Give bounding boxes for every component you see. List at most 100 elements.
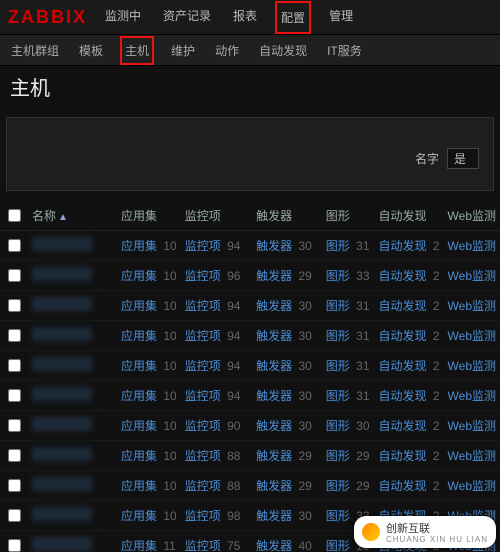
apps-link[interactable]: 应用集 (121, 479, 157, 493)
subnav-自动发现[interactable]: 自动发现 (256, 38, 310, 63)
triggers-link[interactable]: 触发器 (256, 389, 292, 403)
host-name[interactable] (32, 267, 92, 281)
apps-link[interactable]: 应用集 (121, 299, 157, 313)
row-checkbox[interactable] (8, 539, 21, 552)
discovery-link[interactable]: 自动发现 (379, 269, 427, 283)
col-graphs[interactable]: 图形 (322, 201, 375, 231)
select-all-checkbox[interactable] (8, 209, 21, 222)
graphs-link[interactable]: 图形 (326, 479, 350, 493)
web-link[interactable]: Web监测 (448, 329, 496, 343)
subnav-维护[interactable]: 维护 (168, 38, 198, 63)
row-checkbox[interactable] (8, 389, 21, 402)
items-link[interactable]: 监控项 (185, 239, 221, 253)
subnav-主机群组[interactable]: 主机群组 (8, 38, 62, 63)
graphs-link[interactable]: 图形 (326, 359, 350, 373)
web-link[interactable]: Web监测 (448, 359, 496, 373)
apps-link[interactable]: 应用集 (121, 359, 157, 373)
row-checkbox[interactable] (8, 359, 21, 372)
items-link[interactable]: 监控项 (185, 269, 221, 283)
graphs-link[interactable]: 图形 (326, 509, 350, 523)
web-link[interactable]: Web监测 (448, 299, 496, 313)
graphs-link[interactable]: 图形 (326, 239, 350, 253)
host-name[interactable] (32, 387, 92, 401)
web-link[interactable]: Web监测 (448, 479, 496, 493)
topnav-监测中[interactable]: 监测中 (101, 1, 145, 34)
triggers-link[interactable]: 触发器 (256, 479, 292, 493)
graphs-link[interactable]: 图形 (326, 329, 350, 343)
apps-link[interactable]: 应用集 (121, 239, 157, 253)
row-checkbox[interactable] (8, 449, 21, 462)
triggers-link[interactable]: 触发器 (256, 239, 292, 253)
items-link[interactable]: 监控项 (185, 509, 221, 523)
items-link[interactable]: 监控项 (185, 479, 221, 493)
items-link[interactable]: 监控项 (185, 539, 221, 552)
col-apps[interactable]: 应用集 (117, 201, 181, 231)
triggers-link[interactable]: 触发器 (256, 269, 292, 283)
host-name[interactable] (32, 297, 92, 311)
row-checkbox[interactable] (8, 269, 21, 282)
discovery-link[interactable]: 自动发现 (379, 299, 427, 313)
discovery-link[interactable]: 自动发现 (379, 389, 427, 403)
topnav-配置[interactable]: 配置 (275, 1, 311, 34)
web-link[interactable]: Web监测 (448, 269, 496, 283)
subnav-模板[interactable]: 模板 (76, 38, 106, 63)
web-link[interactable]: Web监测 (448, 449, 496, 463)
apps-link[interactable]: 应用集 (121, 509, 157, 523)
apps-link[interactable]: 应用集 (121, 419, 157, 433)
host-name[interactable] (32, 327, 92, 341)
graphs-link[interactable]: 图形 (326, 419, 350, 433)
apps-link[interactable]: 应用集 (121, 389, 157, 403)
topnav-资产记录[interactable]: 资产记录 (159, 1, 215, 34)
col-triggers[interactable]: 触发器 (252, 201, 322, 231)
items-link[interactable]: 监控项 (185, 449, 221, 463)
row-checkbox[interactable] (8, 239, 21, 252)
col-items[interactable]: 监控项 (181, 201, 252, 231)
host-name[interactable] (32, 417, 92, 431)
triggers-link[interactable]: 触发器 (256, 539, 292, 552)
triggers-link[interactable]: 触发器 (256, 509, 292, 523)
host-name[interactable] (32, 537, 92, 551)
web-link[interactable]: Web监测 (448, 419, 496, 433)
row-checkbox[interactable] (8, 329, 21, 342)
col-name[interactable]: 名称▲ (28, 201, 117, 231)
web-link[interactable]: Web监测 (448, 389, 496, 403)
topnav-报表[interactable]: 报表 (229, 1, 261, 34)
graphs-link[interactable]: 图形 (326, 299, 350, 313)
filter-value[interactable]: 是 (447, 148, 479, 169)
apps-link[interactable]: 应用集 (121, 539, 157, 552)
triggers-link[interactable]: 触发器 (256, 359, 292, 373)
discovery-link[interactable]: 自动发现 (379, 479, 427, 493)
subnav-IT服务[interactable]: IT服务 (324, 38, 365, 63)
apps-link[interactable]: 应用集 (121, 329, 157, 343)
topnav-管理[interactable]: 管理 (325, 1, 357, 34)
discovery-link[interactable]: 自动发现 (379, 419, 427, 433)
triggers-link[interactable]: 触发器 (256, 419, 292, 433)
col-discovery[interactable]: 自动发现 (375, 201, 444, 231)
web-link[interactable]: Web监测 (448, 239, 496, 253)
discovery-link[interactable]: 自动发现 (379, 239, 427, 253)
row-checkbox[interactable] (8, 299, 21, 312)
triggers-link[interactable]: 触发器 (256, 299, 292, 313)
items-link[interactable]: 监控项 (185, 359, 221, 373)
subnav-主机[interactable]: 主机 (120, 36, 154, 65)
host-name[interactable] (32, 357, 92, 371)
items-link[interactable]: 监控项 (185, 299, 221, 313)
col-web[interactable]: Web监测 (444, 201, 500, 231)
graphs-link[interactable]: 图形 (326, 539, 350, 552)
host-name[interactable] (32, 477, 92, 491)
triggers-link[interactable]: 触发器 (256, 449, 292, 463)
discovery-link[interactable]: 自动发现 (379, 449, 427, 463)
items-link[interactable]: 监控项 (185, 329, 221, 343)
graphs-link[interactable]: 图形 (326, 269, 350, 283)
graphs-link[interactable]: 图形 (326, 449, 350, 463)
triggers-link[interactable]: 触发器 (256, 329, 292, 343)
items-link[interactable]: 监控项 (185, 419, 221, 433)
row-checkbox[interactable] (8, 509, 21, 522)
discovery-link[interactable]: 自动发现 (379, 359, 427, 373)
items-link[interactable]: 监控项 (185, 389, 221, 403)
subnav-动作[interactable]: 动作 (212, 38, 242, 63)
row-checkbox[interactable] (8, 419, 21, 432)
discovery-link[interactable]: 自动发现 (379, 329, 427, 343)
host-name[interactable] (32, 507, 92, 521)
host-name[interactable] (32, 237, 92, 251)
